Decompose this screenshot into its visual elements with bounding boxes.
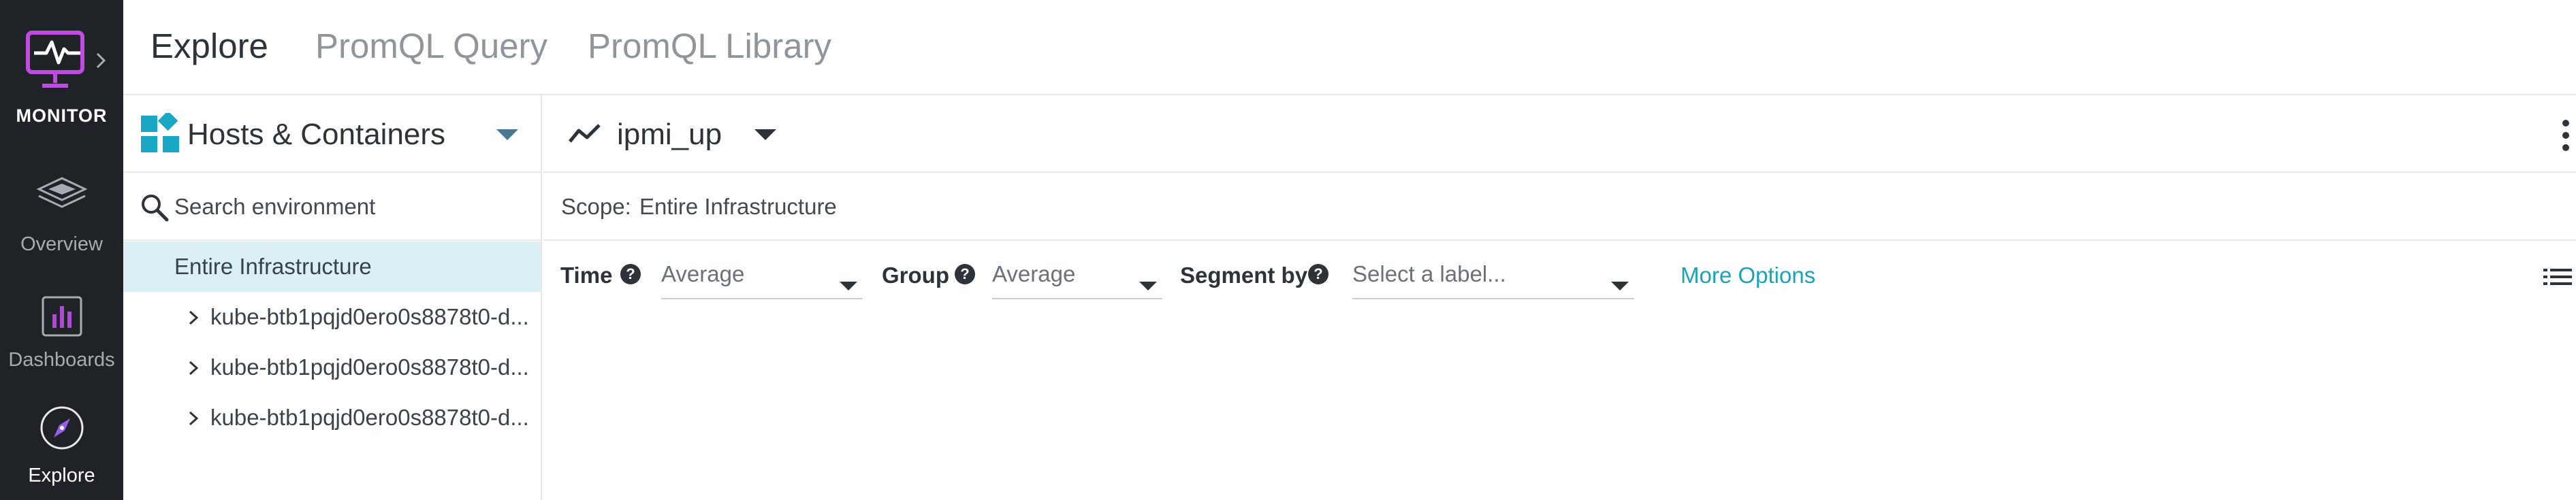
environment-title: Hosts & Containers xyxy=(187,118,446,151)
environment-tree: Entire Infrastructure kube-btb1pqjd0ero0… xyxy=(123,241,541,443)
dashboard-chart-icon xyxy=(42,296,82,337)
tree-root-item[interactable]: Entire Infrastructure xyxy=(123,241,541,292)
tree-node-label: kube-btb1pqjd0ero0s8878t0-d... xyxy=(210,304,529,329)
nav-dashboards-label: Dashboards xyxy=(8,349,115,371)
group-aggregation-select[interactable]: Average xyxy=(992,254,1162,299)
environment-search xyxy=(123,174,542,241)
nav-explore-label: Explore xyxy=(28,465,95,486)
group-label: Group xyxy=(882,263,949,288)
nav-overview[interactable]: Overview xyxy=(0,163,123,272)
search-input[interactable] xyxy=(174,188,528,226)
time-aggregation-select[interactable]: Average xyxy=(661,254,863,299)
brand[interactable]: MONITOR xyxy=(0,0,123,136)
help-icon[interactable]: ? xyxy=(620,264,641,284)
tab-explore[interactable]: Explore xyxy=(150,26,268,66)
time-aggregation-value: Average xyxy=(661,261,745,286)
line-chart-icon xyxy=(569,124,601,143)
chevron-right-icon[interactable] xyxy=(187,410,200,427)
chevron-down-icon xyxy=(1611,282,1629,290)
nav-explore[interactable]: Explore xyxy=(0,395,123,500)
chevron-down-icon xyxy=(1139,282,1157,290)
metric-dropdown-icon[interactable] xyxy=(754,129,776,140)
chevron-right-icon[interactable] xyxy=(187,310,200,326)
tree-node[interactable]: kube-btb1pqjd0ero0s8878t0-d... xyxy=(123,393,541,443)
scope-bar[interactable]: Scope: Entire Infrastructure xyxy=(543,174,2576,241)
scope-value[interactable]: Entire Infrastructure xyxy=(639,194,837,220)
environment-dropdown-icon[interactable] xyxy=(496,129,518,140)
tab-promql-query[interactable]: PromQL Query xyxy=(315,26,547,66)
metric-name[interactable]: ipmi_up xyxy=(617,118,722,152)
compass-icon xyxy=(40,406,83,450)
list-view-icon[interactable] xyxy=(2543,267,2572,287)
segment-by-select[interactable]: Select a label... xyxy=(1352,254,1634,299)
top-tab-bar: Explore PromQL Query PromQL Library xyxy=(123,0,2576,95)
tab-promql-library[interactable]: PromQL Library xyxy=(588,26,831,66)
more-options-link[interactable]: More Options xyxy=(1681,263,1815,288)
environment-selector[interactable]: Hosts & Containers xyxy=(123,97,542,173)
aggregation-controls: Time ? Average Group ? Average Segment b… xyxy=(543,242,2576,310)
nav-dashboards[interactable]: Dashboards xyxy=(0,279,123,388)
help-icon[interactable]: ? xyxy=(1308,264,1329,284)
help-icon[interactable]: ? xyxy=(955,264,975,284)
monitor-logo-icon xyxy=(26,31,84,88)
segment-by-label: Segment by xyxy=(1180,263,1308,288)
tree-node[interactable]: kube-btb1pqjd0ero0s8878t0-d... xyxy=(123,342,541,393)
group-aggregation-value: Average xyxy=(992,261,1076,286)
tree-node-label: kube-btb1pqjd0ero0s8878t0-d... xyxy=(210,405,529,430)
chevron-down-icon xyxy=(840,282,857,290)
brand-label: MONITOR xyxy=(16,105,108,126)
more-vertical-icon[interactable] xyxy=(2561,118,2571,152)
chevron-right-icon[interactable] xyxy=(187,360,200,376)
tree-node-label: kube-btb1pqjd0ero0s8878t0-d... xyxy=(210,354,529,380)
layers-icon xyxy=(35,177,88,208)
app-sidebar: MONITOR Overview Dashboards Explore xyxy=(0,0,123,500)
scope-label: Scope: xyxy=(561,194,631,219)
nav-overview-label: Overview xyxy=(20,233,103,255)
metric-header: ipmi_up xyxy=(543,97,2576,173)
segment-by-placeholder: Select a label... xyxy=(1352,261,1506,286)
tree-node[interactable]: kube-btb1pqjd0ero0s8878t0-d... xyxy=(123,292,541,342)
expand-chevron-icon[interactable] xyxy=(94,52,108,69)
search-icon xyxy=(142,195,169,222)
hosts-containers-icon xyxy=(141,113,179,152)
time-label: Time xyxy=(560,263,613,288)
